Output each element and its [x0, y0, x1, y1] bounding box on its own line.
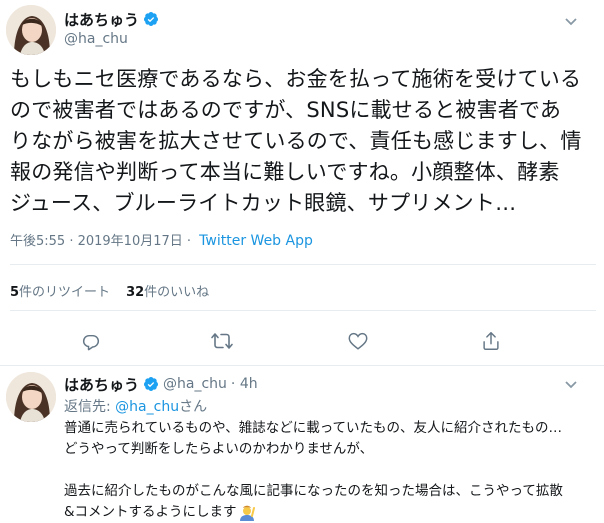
reply-avatar[interactable]	[6, 372, 56, 422]
chevron-down-icon[interactable]	[563, 376, 579, 392]
tweet-text-line: りながら被害を拡大させているので、責任も感じますし、情	[10, 129, 582, 153]
reply-text-line: どうやって判断をしたらよいのかわかりませんが、	[64, 441, 374, 457]
tweet-stats: 5件のリツイート 32件のいいね	[10, 281, 209, 300]
reply-text-line	[64, 460, 600, 481]
author-block[interactable]: はあちゅう @ha_chu	[64, 9, 159, 47]
reply-to-handle-link[interactable]: @ha_chu	[115, 399, 179, 415]
display-name[interactable]: はあちゅう	[64, 9, 139, 30]
retweets-stat[interactable]: 5件のリツイート	[10, 281, 110, 300]
reply-text-line: 過去に紹介したものがこんな風に記事になったのを知った場合は、こうやって拡散	[64, 483, 563, 499]
tweet-text-line: 報の発信や判断って本当に難しいですね。小顔整体、酵素	[10, 160, 560, 184]
reply-age[interactable]: · 4h	[231, 376, 258, 392]
likes-count: 32	[126, 285, 145, 300]
reply-text-line: 普通に売られているものや、雑誌などに載っていたもの、友人に紹介されたもの…	[64, 420, 563, 436]
tweet-text-line: もしもニセ医療であるなら、お金を払って施術を受けている	[10, 67, 582, 91]
chevron-down-icon[interactable]	[563, 13, 579, 29]
avatar-image	[6, 5, 56, 55]
user-handle: @ha_chu	[64, 31, 128, 47]
reply-user-handle: @ha_chu	[163, 376, 227, 392]
heart-icon[interactable]	[347, 330, 369, 352]
retweets-label: 件のリツイート	[19, 285, 111, 300]
tweet-text: もしもニセ医療であるなら、お金を払って施術を受けている ので被害者ではあるのです…	[10, 64, 600, 219]
reply-avatar-image	[6, 372, 56, 422]
reply-to-line: 返信先: @ha_chuさん	[64, 396, 207, 416]
divider	[10, 264, 596, 265]
tweet-timestamp[interactable]: 午後5:55 · 2019年10月17日 ·	[10, 234, 191, 249]
divider	[0, 365, 604, 366]
divider	[10, 310, 596, 311]
tweet-meta: 午後5:55 · 2019年10月17日 · Twitter Web App	[10, 230, 313, 249]
retweet-icon[interactable]	[210, 330, 234, 352]
tweet-text-line: ジュース、ブルーライトカット眼鏡、サプリメント…	[10, 191, 517, 215]
tweet-text-line: ので被害者ではあるのですが、SNSに載せると被害者であ	[10, 98, 562, 122]
reply-to-suffix: さん	[179, 399, 208, 415]
reply-header: はあちゅう @ha_chu · 4h	[64, 374, 258, 394]
tweet-source-link[interactable]: Twitter Web App	[199, 233, 313, 249]
reply-text-line: &コメントするようにします	[64, 504, 237, 520]
verified-badge-icon	[144, 377, 159, 391]
avatar[interactable]	[6, 5, 56, 55]
reply-text-last-line: &コメントするようにします	[64, 502, 600, 523]
person-raising-hand-emoji	[239, 505, 255, 521]
retweets-count: 5	[10, 285, 20, 300]
share-icon[interactable]	[480, 330, 502, 352]
likes-stat[interactable]: 32件のいいね	[126, 281, 209, 300]
reply-icon[interactable]	[80, 330, 102, 352]
reply-text: 普通に売られているものや、雑誌などに載っていたもの、友人に紹介されたもの… どう…	[64, 418, 600, 523]
verified-badge-icon	[144, 12, 159, 26]
reply-display-name[interactable]: はあちゅう	[64, 374, 139, 395]
reply-to-label: 返信先:	[64, 399, 111, 415]
likes-label: 件のいいね	[144, 285, 210, 300]
